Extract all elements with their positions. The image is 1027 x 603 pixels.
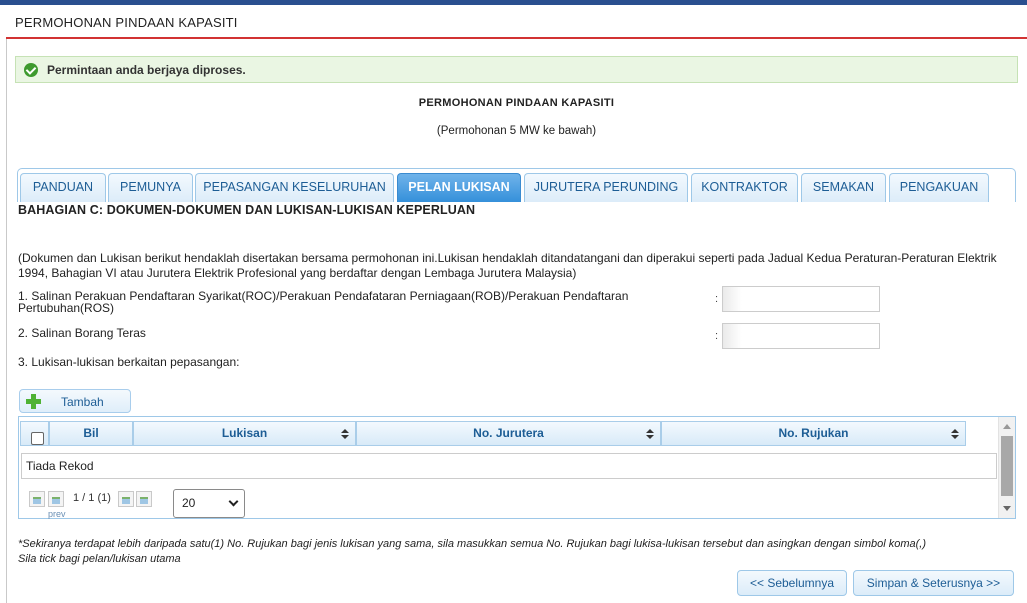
section-description: (Dokumen dan Lukisan berikut hendaklah d… — [18, 251, 997, 280]
add-button[interactable]: Tambah — [19, 389, 131, 413]
page-title: PERMOHONAN PINDAAN KAPASITI — [15, 15, 238, 30]
page-size-value: 20 — [182, 496, 196, 510]
select-all-checkbox[interactable] — [31, 432, 44, 445]
tab-kontraktor[interactable]: KONTRAKTOR — [691, 173, 798, 202]
sort-icon — [341, 429, 349, 439]
tab-pepasangan-keseluruhan[interactable]: PEPASANGAN KESELURUHAN — [195, 173, 394, 202]
tab-pelan-lukisan[interactable]: PELAN LUKISAN — [397, 173, 521, 202]
column-lukisan-label: Lukisan — [221, 426, 268, 440]
form-title: PERMOHONAN PINDAAN KAPASITI — [418, 97, 615, 109]
grid-header: Bil Lukisan No. Jurutera No. Rujukan — [19, 417, 998, 448]
column-no-rujukan-label: No. Rujukan — [778, 426, 849, 440]
page-info: 1 / 1 (1) — [73, 492, 111, 504]
last-page-icon[interactable] — [136, 491, 152, 507]
column-no-rujukan[interactable]: No. Rujukan — [661, 421, 966, 446]
section-heading: BAHAGIAN C: DOKUMEN-DOKUMEN DAN LUKISAN-… — [18, 203, 476, 217]
doc-item-1-field[interactable] — [722, 286, 880, 312]
page-size-select[interactable]: 20 — [173, 489, 245, 518]
tab-pemunya[interactable]: PEMUNYA — [108, 173, 193, 202]
empty-row: Tiada Rekod — [21, 453, 997, 479]
chevron-down-icon — [228, 496, 239, 507]
doc-item-1-colon: : — [715, 293, 719, 305]
sort-icon — [646, 429, 654, 439]
tab-semakan[interactable]: SEMAKAN — [801, 173, 886, 202]
grid-scrollbar[interactable] — [998, 417, 1015, 518]
column-bil-label: Bil — [83, 426, 99, 440]
grid-pager: prev 1 / 1 (1) 20 — [19, 486, 997, 519]
drawings-grid: Bil Lukisan No. Jurutera No. Rujukan Tia… — [18, 416, 1016, 519]
scroll-thumb[interactable] — [1001, 436, 1013, 496]
back-button[interactable]: << Sebelumnya — [737, 570, 847, 596]
save-next-button[interactable]: Simpan & Seterusnya >> — [853, 570, 1014, 596]
column-no-jurutera[interactable]: No. Jurutera — [356, 421, 661, 446]
check-circle-icon — [24, 63, 38, 77]
scroll-up-icon[interactable] — [1003, 424, 1011, 429]
first-page-icon[interactable] — [29, 491, 45, 507]
next-page-icon[interactable] — [118, 491, 134, 507]
footnote-line-2: Sila tick bagi pelan/lukisan utama — [18, 553, 181, 565]
prev-page-icon[interactable] — [48, 491, 64, 507]
doc-item-2-label: 2. Salinan Borang Teras — [18, 326, 146, 340]
column-no-jurutera-label: No. Jurutera — [473, 426, 544, 440]
footnote-line-1: *Sekiranya terdapat lebih daripada satu(… — [18, 538, 926, 550]
doc-item-2-colon: : — [715, 330, 719, 342]
prev-label: prev — [48, 509, 66, 519]
success-alert: Permintaan anda berjaya diproses. — [15, 56, 1018, 83]
doc-item-1-label: 1. Salinan Perakuan Pendaftaran Syarikat… — [18, 289, 629, 315]
success-message: Permintaan anda berjaya diproses. — [47, 63, 246, 77]
sort-icon — [951, 429, 959, 439]
doc-item-2-field[interactable] — [722, 323, 880, 349]
tab-pengakuan[interactable]: PENGAKUAN — [889, 173, 989, 202]
select-all-cell — [20, 421, 49, 446]
scroll-down-icon[interactable] — [1003, 506, 1011, 511]
left-border — [6, 39, 7, 603]
add-button-label: Tambah — [61, 395, 104, 409]
doc-item-3-label: 3. Lukisan-lukisan berkaitan pepasangan: — [18, 355, 240, 369]
plus-icon — [26, 394, 41, 409]
footnote: *Sekiranya terdapat lebih daripada satu(… — [18, 537, 926, 567]
column-lukisan[interactable]: Lukisan — [133, 421, 356, 446]
form-subtitle: (Permohonan 5 MW ke bawah) — [436, 125, 597, 137]
tab-jurutera-perunding[interactable]: JURUTERA PERUNDING — [524, 173, 688, 202]
tab-bar: PANDUAN PEMUNYA PEPASANGAN KESELURUHAN P… — [17, 168, 1016, 202]
tab-panduan[interactable]: PANDUAN — [20, 173, 106, 202]
page-header: PERMOHONAN PINDAAN KAPASITI — [6, 5, 1027, 39]
column-bil[interactable]: Bil — [49, 421, 133, 446]
